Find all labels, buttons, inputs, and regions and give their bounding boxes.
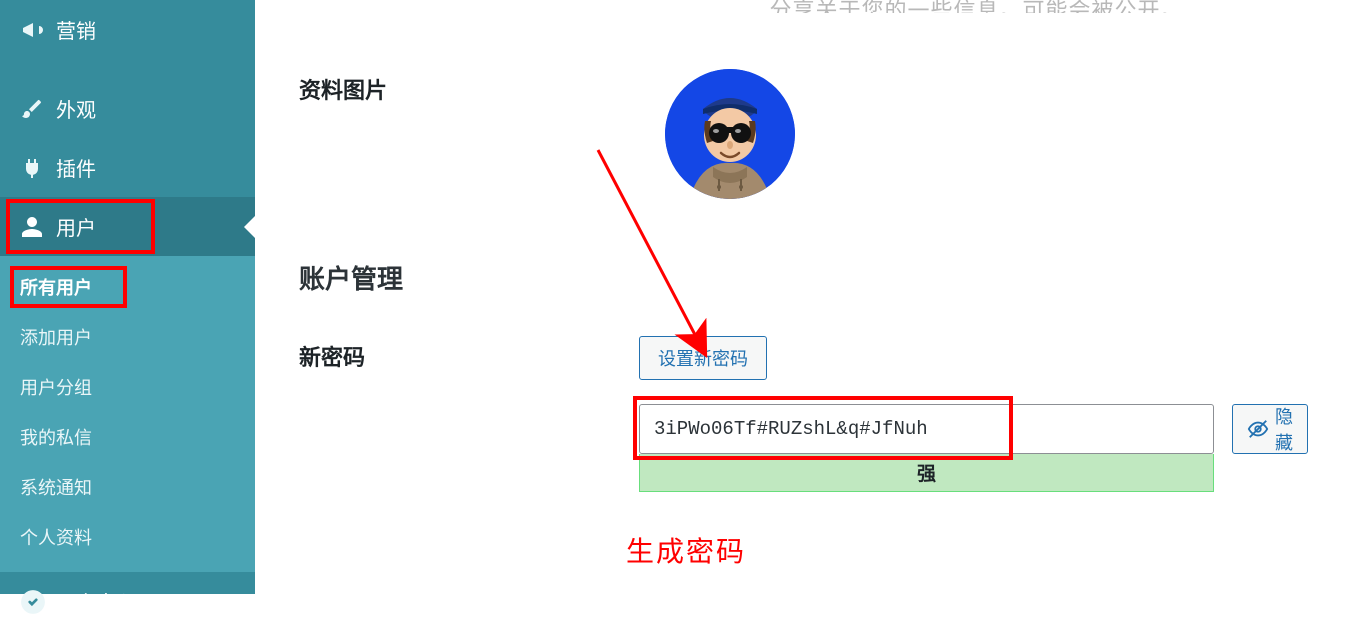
sidebar-item-label: 用户中心 [56, 587, 136, 616]
sidebar-sub-user-groups[interactable]: 用户分组 [0, 362, 255, 412]
sidebar-sub-all-users[interactable]: 所有用户 [0, 262, 255, 312]
sidebar-item-label: 用户 [56, 212, 96, 241]
row-new-password: 新密码 设置新密码 强 [295, 336, 1308, 492]
sidebar-item-label: 营销 [56, 15, 96, 44]
row-profile-image: 资料图片 [295, 69, 1308, 199]
set-new-password-button[interactable]: 设置新密码 [639, 336, 767, 380]
hide-password-button[interactable]: 隐藏 [1232, 404, 1308, 454]
password-input[interactable] [639, 404, 1214, 454]
sidebar-sub-label: 用户分组 [20, 378, 92, 398]
password-strength-indicator: 强 [639, 454, 1214, 492]
plug-icon [20, 156, 50, 180]
megaphone-icon [20, 18, 50, 42]
sidebar-sub-add-user[interactable]: 添加用户 [0, 312, 255, 362]
sidebar-item-label: 外观 [56, 94, 96, 123]
badge-icon [20, 590, 50, 614]
label-new-password: 新密码 [295, 336, 609, 372]
annotation-generate-password: 生成密码 [626, 530, 746, 570]
sidebar-sub-system-notice[interactable]: 系统通知 [0, 462, 255, 512]
sidebar-item-users[interactable]: 用户 [0, 197, 255, 256]
sidebar: 营销 外观 插件 用户 所有用户 添加用户 用户分组 我的私信 系统 [0, 0, 255, 594]
sidebar-sub-my-messages[interactable]: 我的私信 [0, 412, 255, 462]
brush-icon [20, 97, 50, 121]
sidebar-item-appearance[interactable]: 外观 [0, 79, 255, 138]
sidebar-sub-label: 系统通知 [20, 478, 92, 498]
section-account-manage: 账户管理 [295, 259, 1308, 296]
eye-slash-icon [1247, 418, 1269, 440]
user-icon [20, 215, 50, 239]
content-area: 分享关于您的一些信息。可能会被公开。 资料图片 [255, 0, 1348, 594]
sidebar-item-plugins[interactable]: 插件 [0, 138, 255, 197]
partial-top-text: 分享关于您的一些信息。可能会被公开。 [645, 0, 1308, 13]
sidebar-item-user-center[interactable]: 用户中心 [0, 572, 255, 620]
sidebar-item-marketing[interactable]: 营销 [0, 0, 255, 59]
label-profile-image: 资料图片 [295, 69, 635, 105]
sidebar-item-label: 插件 [56, 153, 96, 182]
sidebar-sub-label: 我的私信 [20, 428, 92, 448]
sidebar-sub-profile[interactable]: 个人资料 [0, 512, 255, 562]
sidebar-submenu-users: 所有用户 添加用户 用户分组 我的私信 系统通知 个人资料 [0, 256, 255, 572]
sidebar-sub-label: 所有用户 [20, 278, 92, 298]
avatar[interactable] [665, 69, 795, 199]
hide-button-label: 隐藏 [1275, 403, 1293, 455]
sidebar-sub-label: 添加用户 [20, 328, 92, 348]
sidebar-sub-label: 个人资料 [20, 528, 92, 548]
